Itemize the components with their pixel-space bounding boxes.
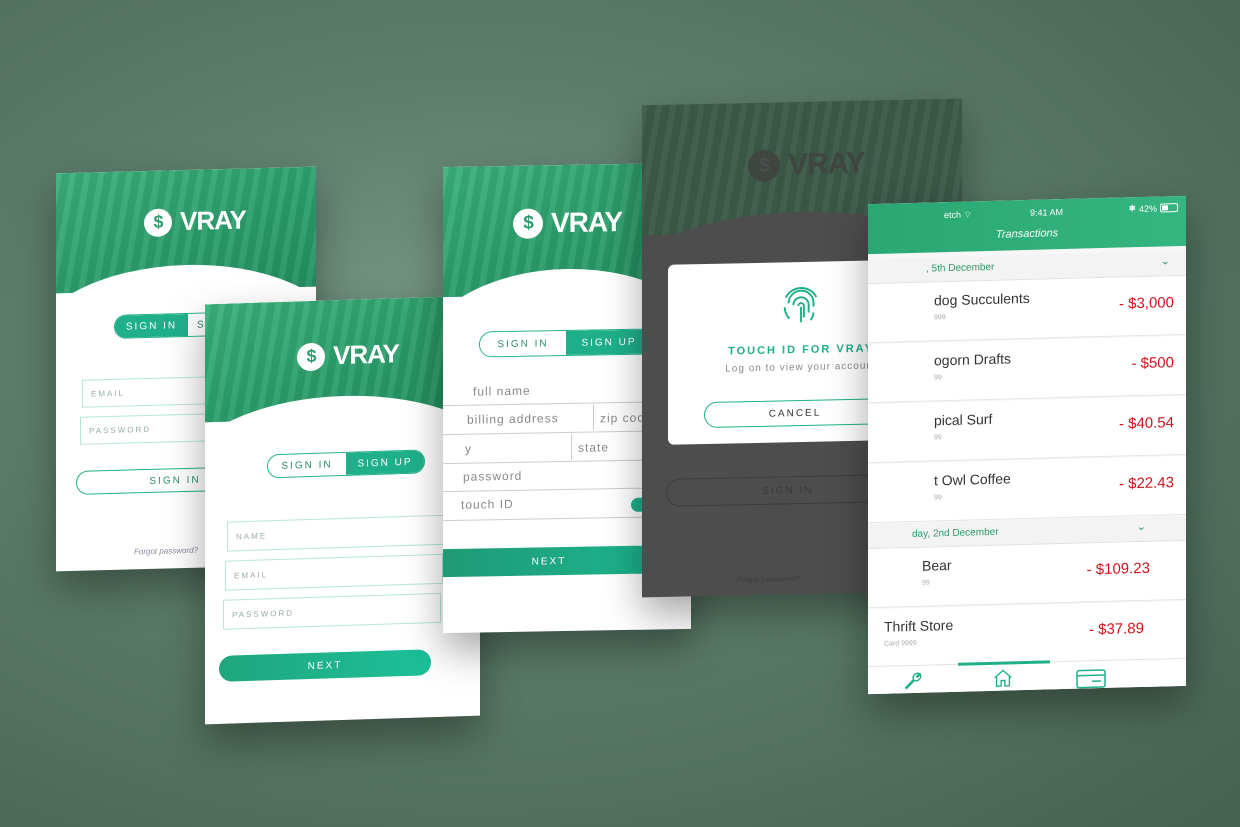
password-field[interactable]: password — [463, 469, 522, 484]
home-icon[interactable] — [992, 667, 1014, 690]
tab-sign-up[interactable]: SIGN UP — [346, 450, 424, 475]
merchant-name: dog Succulents — [934, 289, 1030, 309]
amount: - $500 — [1131, 354, 1174, 373]
brand-name: VRAY — [551, 206, 623, 239]
status-carrier: etch ⌔ — [944, 209, 972, 221]
transaction-row[interactable]: Bear 99 - $109.23 — [868, 540, 1186, 609]
signin-signup-toggle: SIGN IN SIGN UP — [267, 449, 425, 479]
amount: - $37.89 — [1088, 619, 1144, 639]
card-number: 99 — [934, 374, 942, 382]
card-icon[interactable] — [1076, 667, 1106, 690]
page-title: Transactions — [995, 227, 1059, 241]
chevron-down-icon: ⌄ — [1160, 255, 1170, 268]
chevron-down-icon: ⌄ — [1136, 520, 1146, 534]
name-field[interactable]: NAME — [227, 514, 445, 552]
amount: - $109.23 — [1086, 559, 1150, 579]
forgot-password-link[interactable]: Forgot password? — [134, 546, 198, 557]
state-field[interactable]: state — [578, 440, 609, 455]
nav-header: etch ⌔ 9:41 AM ✱ 42% Transactions — [868, 195, 1186, 255]
merchant-name: ogorn Drafts — [934, 350, 1012, 369]
tab-sign-up[interactable]: SIGN UP — [566, 329, 652, 356]
brand-name: VRAY — [788, 146, 865, 182]
showcase-background: { "brand": "VRAY", "coin_symbol": "$", "… — [0, 0, 1240, 827]
vray-logo: $ VRAY — [513, 206, 622, 240]
card-number: 99 — [934, 434, 942, 442]
bluetooth-icon: ✱ — [1128, 203, 1136, 214]
card-number: 99 — [934, 494, 942, 502]
full-name-field[interactable]: full name — [473, 384, 531, 399]
billing-address-field[interactable]: billing address — [467, 411, 559, 427]
city-field[interactable]: y — [465, 442, 471, 456]
merchant-name: pical Surf — [934, 410, 993, 429]
transaction-row[interactable]: t Owl Coffee 99 - $22.43 — [868, 455, 1186, 524]
dollar-coin-icon: $ — [144, 207, 172, 237]
brand-name: VRAY — [333, 338, 399, 371]
password-placeholder: PASSWORD — [89, 424, 152, 436]
signup-screen: $ VRAY SIGN IN SIGN UP NAME EMAIL PASSWO… — [205, 295, 480, 725]
carrier-name: etch — [944, 209, 962, 221]
fingerprint-icon — [783, 287, 818, 323]
merchant-name: t Owl Coffee — [934, 470, 1011, 489]
touch-id-label: touch ID — [461, 496, 514, 512]
amount: - $3,000 — [1118, 294, 1174, 313]
signin-signup-toggle: SIGN IN SIGN UP — [479, 328, 653, 358]
status-battery: ✱ 42% — [1128, 202, 1178, 214]
amount: - $40.54 — [1118, 414, 1174, 433]
password-field[interactable]: PASSWORD — [223, 592, 441, 630]
vray-logo: $ VRAY — [297, 338, 399, 372]
amount: - $22.43 — [1118, 474, 1174, 493]
dollar-coin-icon: $ — [748, 149, 780, 183]
card-number: 99 — [922, 579, 930, 587]
battery-level: 42% — [1138, 203, 1157, 214]
transactions-screen: etch ⌔ 9:41 AM ✱ 42% Transactions , 5th … — [868, 195, 1186, 695]
tab-sign-in[interactable]: SIGN IN — [268, 452, 346, 478]
vray-logo: $ VRAY — [748, 147, 865, 183]
transaction-row[interactable]: ogorn Drafts 99 - $500 — [868, 335, 1186, 404]
dollar-coin-icon: $ — [513, 208, 543, 239]
vray-logo: $ VRAY — [144, 204, 246, 238]
next-button[interactable]: NEXT — [443, 545, 655, 578]
day-label: , 5th December — [926, 261, 995, 275]
cancel-button[interactable]: CANCEL — [704, 398, 886, 429]
wrench-icon[interactable] — [902, 670, 924, 693]
brand-name: VRAY — [180, 204, 246, 237]
dollar-coin-icon: $ — [297, 342, 325, 371]
transaction-row[interactable]: dog Succulents 999 - $3,000 — [868, 275, 1186, 344]
merchant-name: Thrift Store — [884, 616, 954, 635]
tab-sign-in[interactable]: SIGN IN — [480, 331, 566, 357]
tab-sign-in[interactable]: SIGN IN — [115, 313, 188, 338]
card-number: 999 — [934, 314, 946, 322]
forgot-password-link[interactable]: Forgot password? — [736, 574, 800, 584]
status-time: 9:41 AM — [1030, 207, 1064, 218]
day-label: day, 2nd December — [912, 526, 999, 541]
email-field[interactable]: EMAIL — [225, 553, 443, 591]
wifi-icon: ⌔ — [963, 209, 972, 220]
battery-icon — [1160, 203, 1178, 213]
transaction-row[interactable]: pical Surf 99 - $40.54 — [868, 395, 1186, 464]
merchant-name: Bear — [922, 556, 952, 574]
card-number: Card 9999 — [884, 639, 917, 648]
next-button[interactable]: NEXT — [219, 649, 431, 682]
